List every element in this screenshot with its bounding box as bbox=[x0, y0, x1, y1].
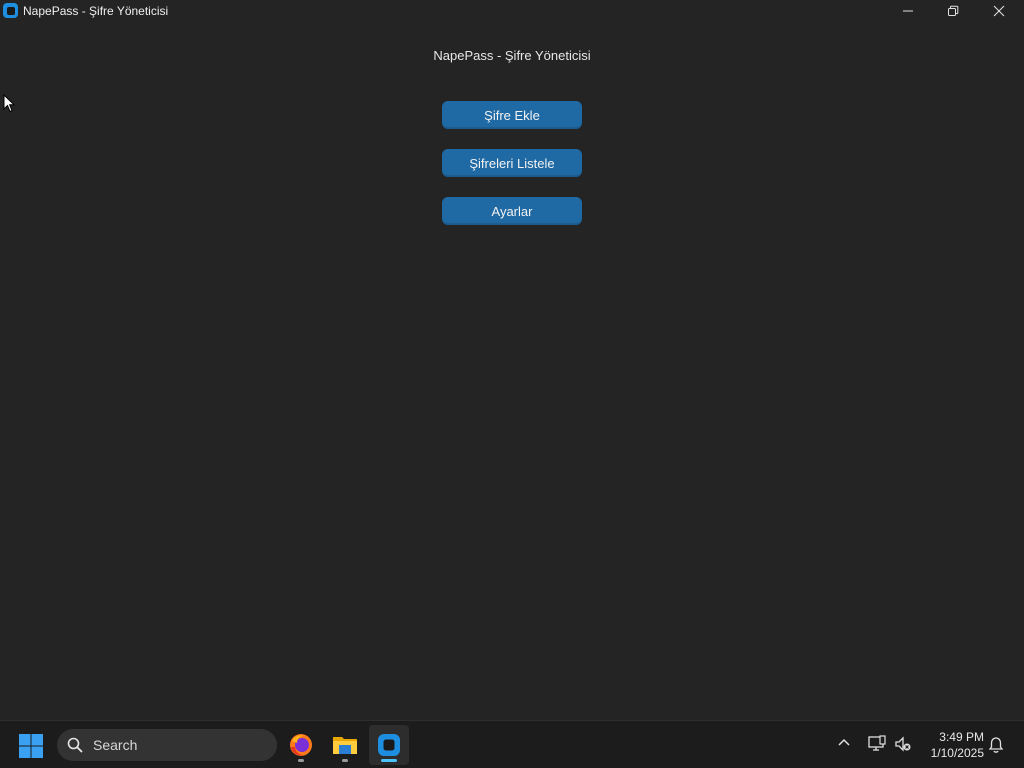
search-label: Search bbox=[93, 737, 138, 753]
running-indicator bbox=[298, 759, 304, 762]
taskbar: Search 3:49 PM 1/10/2025 bbox=[0, 720, 1024, 768]
mouse-cursor-icon bbox=[3, 94, 15, 113]
minimize-icon bbox=[903, 10, 913, 12]
title-bar[interactable]: NapePass - Şifre Yöneticisi bbox=[0, 0, 1024, 22]
network-icon[interactable] bbox=[867, 735, 887, 753]
close-button[interactable] bbox=[976, 0, 1022, 22]
windows-logo-icon bbox=[19, 734, 43, 758]
app-window: NapePass - Şifre Yöneticisi NapePass - Ş… bbox=[0, 0, 1024, 720]
file-explorer-icon bbox=[333, 737, 357, 754]
search-icon bbox=[67, 737, 83, 753]
notification-bell-icon[interactable] bbox=[988, 736, 1004, 754]
firefox-icon bbox=[290, 734, 312, 756]
list-passwords-button[interactable]: Şifreleri Listele bbox=[442, 149, 582, 177]
active-indicator bbox=[381, 759, 397, 762]
settings-button[interactable]: Ayarlar bbox=[442, 197, 582, 225]
taskbar-file-explorer[interactable] bbox=[325, 725, 365, 765]
restore-icon bbox=[948, 5, 959, 16]
running-indicator bbox=[342, 759, 348, 762]
clock-time: 3:49 PM bbox=[939, 730, 984, 744]
napepass-icon bbox=[378, 734, 400, 756]
taskbar-firefox[interactable] bbox=[281, 725, 321, 765]
napepass-app-icon bbox=[3, 3, 18, 18]
system-clock[interactable]: 3:49 PM 1/10/2025 bbox=[918, 729, 984, 761]
clock-date: 1/10/2025 bbox=[930, 746, 984, 760]
close-icon bbox=[993, 5, 1005, 17]
window-title: NapePass - Şifre Yöneticisi bbox=[23, 4, 169, 18]
volume-muted-icon[interactable] bbox=[894, 736, 912, 752]
restore-button[interactable] bbox=[930, 0, 976, 22]
add-password-button[interactable]: Şifre Ekle bbox=[442, 101, 582, 129]
page-title: NapePass - Şifre Yöneticisi bbox=[433, 48, 591, 63]
taskbar-napepass[interactable] bbox=[369, 725, 409, 765]
chevron-up-icon[interactable] bbox=[837, 737, 851, 747]
start-button[interactable] bbox=[18, 733, 44, 759]
minimize-button[interactable] bbox=[885, 0, 931, 22]
taskbar-search-box[interactable]: Search bbox=[57, 729, 277, 761]
